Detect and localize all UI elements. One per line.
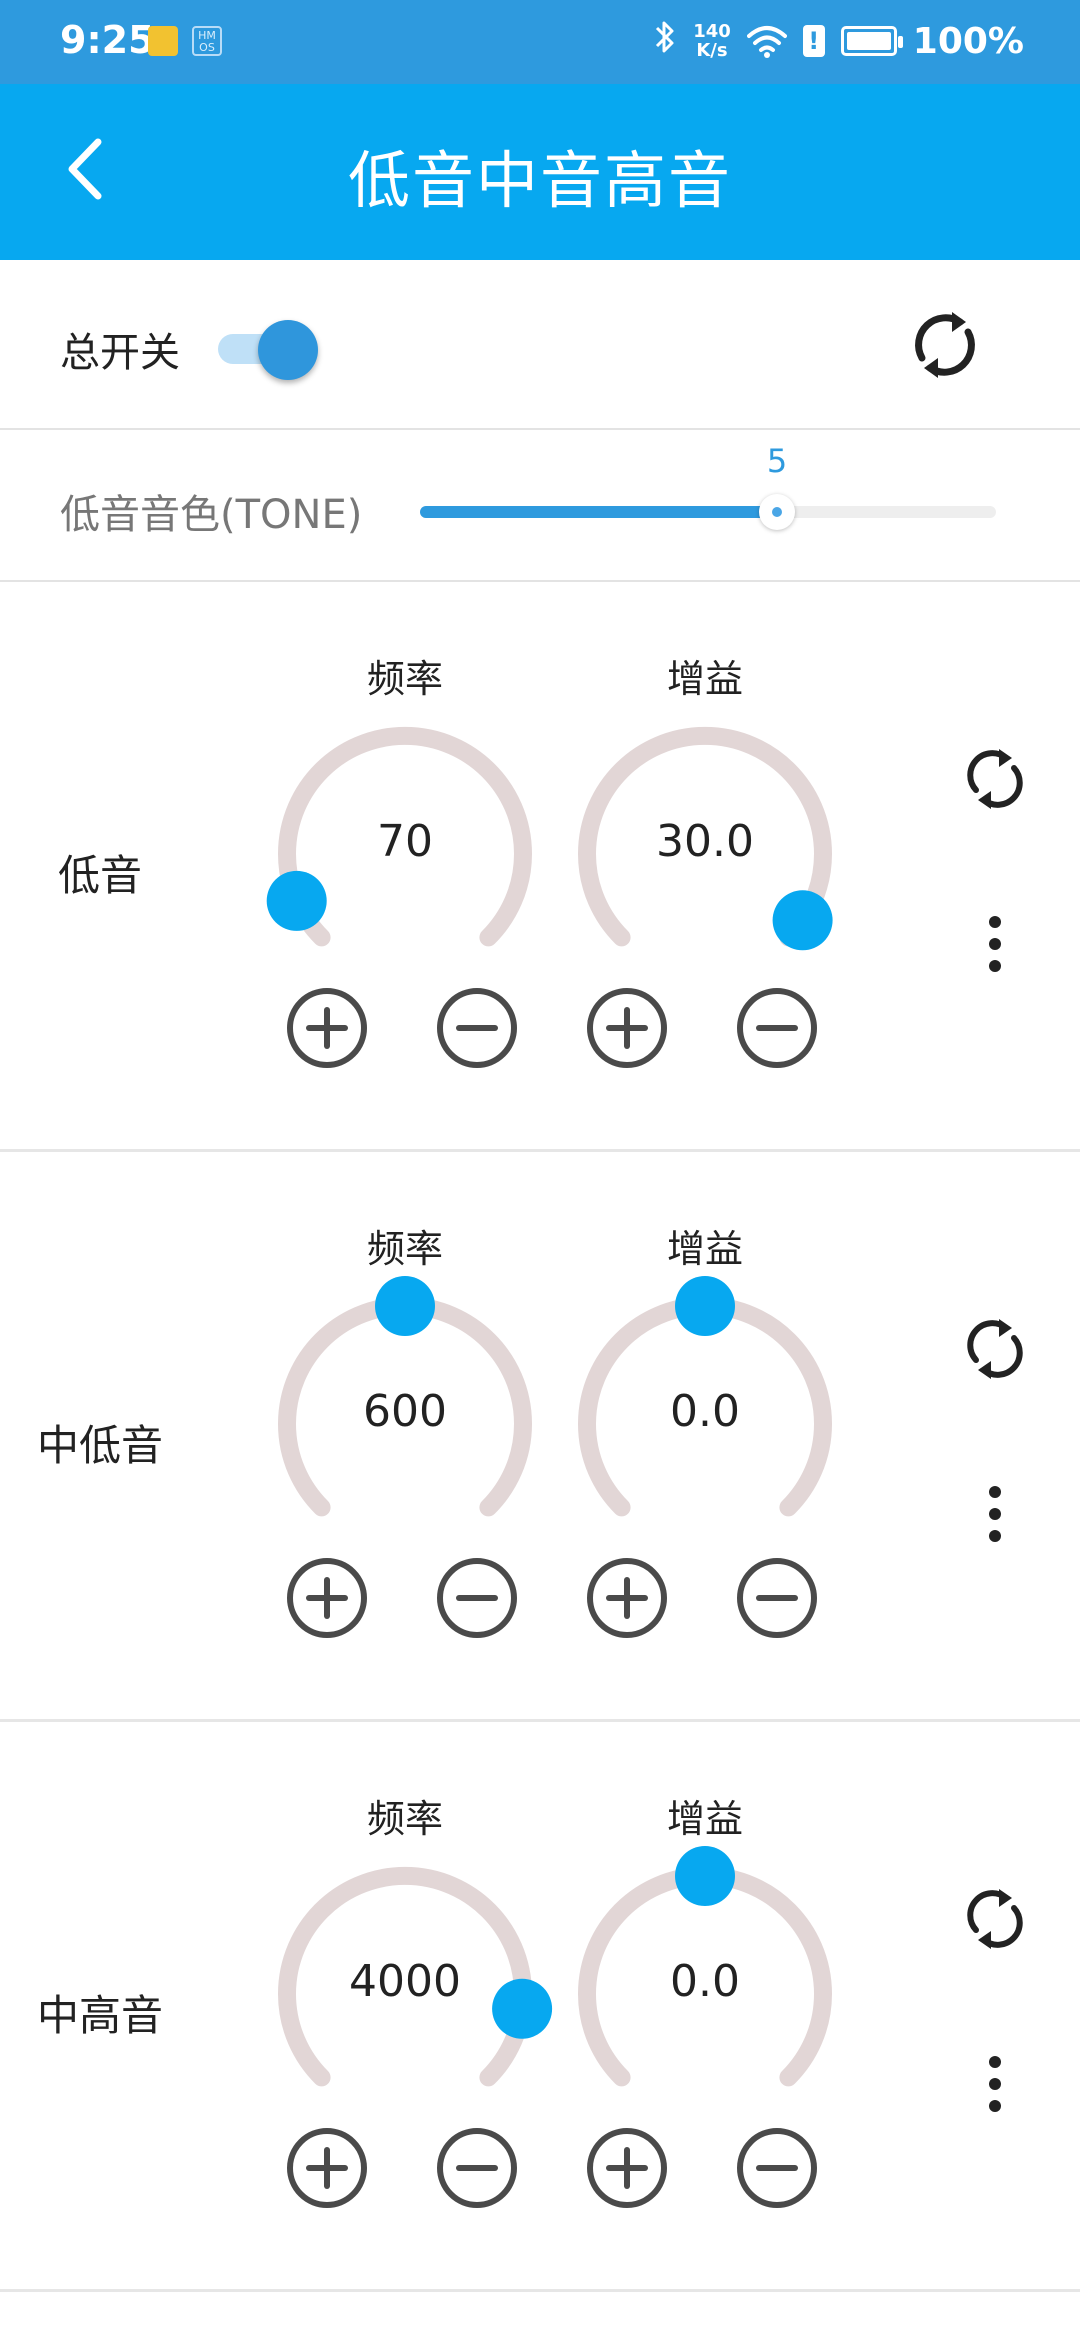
frequency-knob-value: 600	[363, 1386, 447, 1437]
frequency-decrease-button[interactable]	[435, 1556, 519, 1640]
gain-knob-title: 增益	[666, 1227, 743, 1271]
gain-knob-title: 增益	[666, 657, 743, 701]
alert-icon: !	[802, 25, 825, 57]
more-vertical-icon	[989, 1486, 1001, 1542]
band-label: 中高音	[36, 1991, 163, 2040]
tone-slider[interactable]: 5	[420, 442, 1000, 562]
frequency-decrease-button[interactable]	[435, 2126, 519, 2210]
gain-increase-button[interactable]	[585, 2126, 669, 2210]
notification-app-icon	[148, 26, 178, 56]
minus-circle-icon	[437, 2128, 517, 2208]
tone-slider-thumb[interactable]	[759, 494, 796, 530]
wifi-icon	[746, 24, 787, 58]
band-reset-button[interactable]	[950, 1304, 1040, 1394]
app-bar: 低音中音高音	[0, 84, 1080, 260]
gain-increase-button[interactable]	[585, 1556, 669, 1640]
tone-row: 低音音色(TONE) 5	[0, 432, 1080, 582]
frequency-knob-title: 频率	[366, 1227, 443, 1271]
band-label: 中低音	[36, 1421, 163, 1470]
plus-circle-icon	[287, 2128, 367, 2208]
master-switch-label: 总开关	[60, 330, 180, 376]
minus-circle-icon	[737, 988, 817, 1068]
gain-knob-value: 0.0	[670, 1386, 740, 1437]
band-reset-button[interactable]	[950, 734, 1040, 824]
network-speed: 140 K/s	[693, 22, 731, 60]
status-icons: 140 K/s ! 100%	[653, 16, 1024, 66]
refresh-icon	[967, 749, 1023, 809]
frequency-knob-value: 70	[377, 816, 433, 867]
toggle-knob	[258, 320, 318, 380]
eq-band: 中高音 频率 4000 增益 0.0	[0, 1724, 1080, 2292]
minus-circle-icon	[437, 988, 517, 1068]
band-label: 低音	[57, 851, 142, 900]
plus-circle-icon	[587, 1558, 667, 1638]
refresh-icon	[967, 1889, 1023, 1949]
frequency-knob-title: 频率	[366, 657, 443, 701]
gain-knob-group: 增益 0.0	[555, 1154, 855, 1722]
tone-slider-fill	[420, 506, 778, 518]
plus-circle-icon	[587, 2128, 667, 2208]
minus-circle-icon	[437, 1558, 517, 1638]
gain-decrease-button[interactable]	[735, 1556, 819, 1640]
frequency-knob-group: 频率 600	[255, 1154, 555, 1722]
more-vertical-icon	[989, 2056, 1001, 2112]
band-more-button[interactable]	[975, 1474, 1015, 1554]
gain-knob-value: 0.0	[670, 1956, 740, 2007]
master-switch-row: 总开关	[0, 260, 1080, 430]
tone-label: 低音音色(TONE)	[60, 492, 363, 538]
tone-slider-value: 5	[766, 442, 788, 480]
more-vertical-icon	[989, 916, 1001, 972]
plus-circle-icon	[287, 1558, 367, 1638]
frequency-increase-button[interactable]	[285, 1556, 369, 1640]
frequency-knob-handle[interactable]	[375, 1276, 435, 1336]
gain-increase-button[interactable]	[585, 986, 669, 1070]
frequency-increase-button[interactable]	[285, 2126, 369, 2210]
frequency-decrease-button[interactable]	[435, 986, 519, 1070]
network-speed-value: 140	[693, 21, 731, 42]
eq-band: 低音 频率 70 增益 30.0	[0, 584, 1080, 1152]
band-more-button[interactable]	[975, 2044, 1015, 2124]
frequency-increase-button[interactable]	[285, 986, 369, 1070]
gain-decrease-button[interactable]	[735, 2126, 819, 2210]
frequency-knob-title: 频率	[366, 1797, 443, 1841]
frequency-knob-value: 4000	[349, 1956, 461, 2007]
minus-circle-icon	[737, 1558, 817, 1638]
minus-circle-icon	[737, 2128, 817, 2208]
bluetooth-icon	[653, 19, 677, 64]
eq-band: 中低音 频率 600 增益 0.0	[0, 1154, 1080, 1722]
plus-circle-icon	[587, 988, 667, 1068]
refresh-icon	[915, 312, 975, 378]
gain-knob-handle[interactable]	[675, 1846, 735, 1906]
network-speed-unit: K/s	[696, 40, 728, 61]
battery-percentage: 100%	[912, 20, 1024, 62]
status-bar: 9:25 HM OS 140 K/s ! 100%	[0, 0, 1080, 84]
frequency-knob-handle[interactable]	[266, 870, 327, 931]
gain-knob-group: 增益 30.0	[555, 584, 855, 1152]
battery-icon	[840, 26, 903, 56]
plus-circle-icon	[287, 988, 367, 1068]
gain-knob-value: 30.0	[656, 816, 754, 867]
master-switch-toggle[interactable]	[218, 316, 318, 380]
gain-knob-title: 增益	[666, 1797, 743, 1841]
frequency-knob-group: 频率 70	[255, 584, 555, 1152]
refresh-icon	[967, 1319, 1023, 1379]
gain-knob-handle[interactable]	[675, 1276, 735, 1336]
gain-decrease-button[interactable]	[735, 986, 819, 1070]
gain-knob-handle[interactable]	[772, 890, 833, 951]
band-reset-button[interactable]	[950, 1874, 1040, 1964]
hmos-icon: HM OS	[192, 26, 222, 56]
gain-knob-group: 增益 0.0	[555, 1724, 855, 2292]
band-more-button[interactable]	[975, 904, 1015, 984]
frequency-knob-group: 频率 4000	[255, 1724, 555, 2292]
master-reset-button[interactable]	[900, 300, 990, 390]
page-title: 低音中音高音	[347, 144, 732, 217]
status-time: 9:25	[60, 18, 155, 62]
